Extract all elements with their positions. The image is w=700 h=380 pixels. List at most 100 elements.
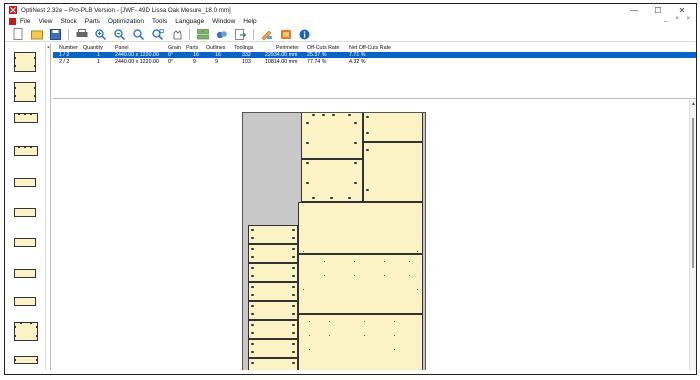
part-thumbnail[interactable] [14, 238, 36, 247]
print-icon[interactable] [75, 28, 88, 41]
cell-toolings: 332 [242, 52, 251, 58]
settings-icon[interactable] [279, 28, 292, 41]
col-net-offcuts-rate[interactable]: Net Off-Cuts Rate [349, 45, 391, 51]
save-icon[interactable] [49, 28, 62, 41]
nested-part[interactable] [363, 142, 423, 202]
menu-language[interactable]: Language [175, 18, 204, 25]
menu-tools[interactable]: Tools [152, 18, 167, 25]
minimize-button[interactable]: — [622, 4, 646, 16]
cell-panel: 2440.00 x 1220.00 [115, 59, 159, 65]
col-parts[interactable]: Parts [186, 45, 198, 51]
table-header: Number Quantity Panel Grain Parts Outlin… [53, 45, 696, 51]
scrollbar-thumb[interactable] [692, 118, 694, 268]
table-row[interactable]: 1 / 2 1 2440.00 x 1220.00 0° 16 16 332 2… [53, 52, 696, 58]
part-thumbnail[interactable] [14, 322, 38, 341]
nested-part[interactable] [248, 301, 298, 320]
cell-outlines: 16 [215, 52, 221, 58]
canvas-scrollbar[interactable]: ▲ [689, 100, 696, 374]
toolbar-separator [68, 28, 69, 40]
menu-window[interactable]: Window [212, 18, 235, 25]
window-title: OptiNest 2.32e – Pro-PLB Version - [JWF-… [21, 6, 231, 14]
part-thumbnail[interactable] [14, 208, 36, 217]
menu-help[interactable]: Help [243, 18, 256, 25]
cell-quantity: 1 [97, 59, 100, 65]
pan-icon[interactable] [170, 28, 183, 41]
scroll-up-arrow-icon[interactable]: ▲ [46, 44, 51, 49]
nested-part[interactable] [298, 314, 423, 374]
scroll-up-arrow-icon[interactable]: ▲ [690, 101, 696, 107]
col-outlines[interactable]: Outlines [206, 45, 225, 51]
nested-part[interactable] [301, 159, 363, 202]
edit-icon[interactable] [260, 28, 273, 41]
col-number[interactable]: Number [59, 45, 78, 51]
part-thumbnail[interactable] [14, 178, 36, 187]
col-grain[interactable]: Grain [168, 45, 181, 51]
parts-thumbnail-panel[interactable]: ▲ [5, 43, 51, 374]
part-thumbnail[interactable] [14, 297, 36, 306]
cell-perimeter: 10814.00 mm [265, 59, 298, 65]
status-bar [5, 370, 696, 374]
open-icon[interactable] [30, 28, 43, 41]
sheets-table: Number Quantity Panel Grain Parts Outlin… [53, 43, 696, 99]
col-perimeter[interactable]: Perimeter [276, 45, 299, 51]
title-bar: OptiNest 2.32e – Pro-PLB Version - [JWF-… [5, 4, 696, 16]
zoom-out-icon[interactable] [113, 28, 126, 41]
part-thumbnail[interactable] [14, 146, 38, 156]
menu-parts[interactable]: Parts [85, 18, 100, 25]
cell-offcuts-rate: 25.37 % [307, 52, 327, 58]
nested-part[interactable] [248, 320, 298, 339]
parts-icon[interactable] [215, 28, 228, 41]
nested-part[interactable] [248, 339, 298, 358]
col-panel[interactable]: Panel [115, 45, 129, 51]
export-icon[interactable] [234, 28, 247, 41]
menu-file[interactable]: File [20, 18, 30, 25]
mdi-window-controls[interactable]: _ × × [664, 16, 693, 22]
col-toolings[interactable]: Toolings [234, 45, 253, 51]
nested-part[interactable] [298, 254, 423, 314]
app-logo-icon [9, 6, 17, 14]
zoom-fit-icon[interactable] [132, 28, 145, 41]
menu-optimization[interactable]: Optimization [108, 18, 144, 25]
maximize-button[interactable]: ☐ [646, 4, 670, 16]
nested-part[interactable] [301, 113, 363, 159]
menu-bar: File View Stock Parts Optimization Tools… [5, 16, 696, 26]
cell-toolings: 103 [242, 59, 251, 65]
nested-part[interactable] [298, 202, 423, 254]
cell-outlines: 9 [215, 59, 218, 65]
part-thumbnail[interactable] [14, 356, 38, 364]
nested-part[interactable] [248, 263, 298, 282]
app-window: OptiNest 2.32e – Pro-PLB Version - [JWF-… [4, 3, 697, 375]
sheet-layout[interactable] [242, 112, 426, 374]
nested-part[interactable] [363, 113, 423, 142]
new-icon[interactable] [11, 28, 24, 41]
cell-net-offcuts-rate: 7.71 % [349, 52, 366, 58]
col-quantity[interactable]: Quantity [83, 45, 103, 51]
part-thumbnail[interactable] [14, 269, 36, 278]
cell-perimeter: 22934.00 mm [265, 52, 298, 58]
cell-panel: 2440.00 x 1220.00 [115, 52, 159, 58]
part-thumbnail[interactable] [14, 113, 38, 123]
cell-number: 1 / 2 [59, 52, 70, 58]
table-row[interactable]: 2 / 2 1 2440.00 x 1220.00 0° 9 9 103 108… [53, 59, 696, 65]
nested-part[interactable] [248, 244, 298, 263]
layout-icon[interactable] [196, 28, 209, 41]
thumbnail-scrollbar[interactable]: ▲ [45, 43, 50, 374]
document-icon[interactable] [9, 17, 16, 25]
zoom-window-icon[interactable] [151, 28, 164, 41]
nested-part[interactable] [248, 282, 298, 301]
cell-grain: 0° [168, 59, 174, 65]
cell-quantity: 1 [97, 52, 100, 58]
part-thumbnail[interactable] [14, 82, 36, 102]
close-button[interactable]: ✕ [670, 4, 694, 16]
nesting-canvas[interactable]: ▲ [53, 100, 696, 374]
col-offcuts-rate[interactable]: Off-Cuts Rate [307, 45, 339, 51]
part-thumbnail[interactable] [14, 52, 36, 72]
cell-parts: 16 [193, 52, 199, 58]
cell-number: 2 / 2 [59, 59, 70, 65]
nested-part[interactable] [248, 225, 298, 244]
toolbar [5, 27, 696, 42]
info-icon[interactable] [298, 28, 311, 41]
zoom-in-icon[interactable] [94, 28, 107, 41]
menu-stock[interactable]: Stock [60, 18, 76, 25]
menu-view[interactable]: View [38, 18, 52, 25]
